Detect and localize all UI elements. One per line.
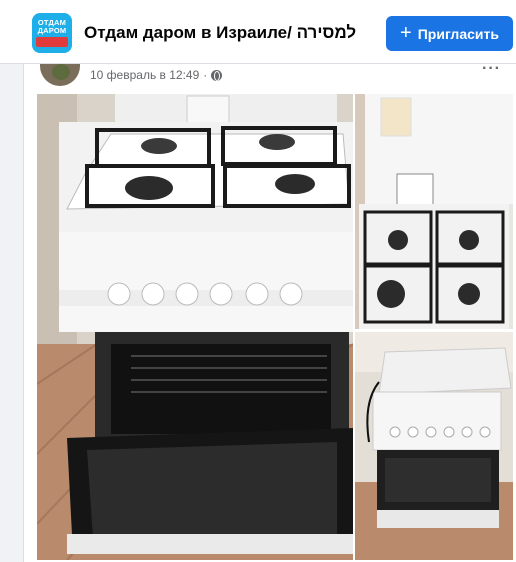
hob-top-view-image — [355, 94, 513, 329]
ellipsis-icon[interactable]: ··· — [482, 60, 501, 78]
author-avatar[interactable] — [40, 64, 80, 86]
stove-open-oven-image — [37, 94, 353, 560]
stove-closed-image — [355, 332, 513, 560]
post-timestamp[interactable]: 10 февраль в 12:49 — [90, 68, 199, 82]
logo-text-line2: ДАРОМ — [37, 26, 67, 35]
logo-ribbon — [36, 37, 68, 47]
post-meta: 10 февраль в 12:49 · — [90, 68, 223, 82]
separator-dot: · — [203, 68, 208, 82]
avatar-image-detail — [52, 64, 70, 80]
post-photo-stove-closed[interactable] — [355, 332, 513, 560]
invite-button[interactable]: + Пригласить — [386, 16, 513, 51]
facebook-group-page: ОТДАМ ДАРОМ Отдам даром в Израиле/ למסיר… — [0, 0, 516, 562]
post-card: 10 февраль в 12:49 · ··· — [23, 60, 516, 562]
group-logo[interactable]: ОТДАМ ДАРОМ — [32, 13, 72, 53]
group-header: ОТДАМ ДАРОМ Отдам даром в Израиле/ למסיר… — [0, 0, 516, 64]
post-photo-hob-top[interactable] — [355, 94, 513, 329]
group-name[interactable]: Отдам даром в Израиле/ למסירה — [84, 23, 356, 43]
plus-icon: + — [400, 21, 412, 44]
globe-icon[interactable] — [211, 69, 223, 81]
post-photo-main[interactable] — [37, 94, 353, 560]
invite-button-label: Пригласить — [417, 25, 499, 42]
